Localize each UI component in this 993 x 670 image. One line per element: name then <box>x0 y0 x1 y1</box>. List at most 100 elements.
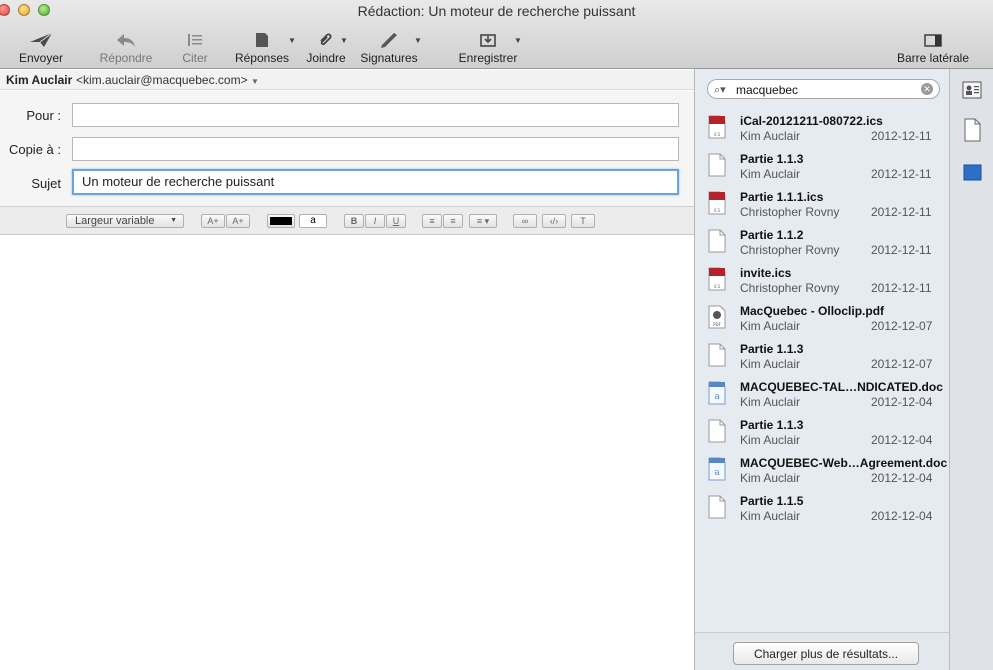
svg-text:ICS: ICS <box>714 284 721 289</box>
svg-text:ICS: ICS <box>714 132 721 137</box>
document-template-icon <box>256 33 268 47</box>
result-name: Partie 1.1.1.ics <box>740 190 824 204</box>
result-date: 2012-12-04 <box>871 471 933 485</box>
result-date: 2012-12-04 <box>871 395 933 409</box>
word-file-icon: a <box>708 381 726 405</box>
result-name: Partie 1.1.2 <box>740 228 804 242</box>
search-input[interactable] <box>736 82 916 97</box>
italic-button[interactable]: I <box>365 214 385 228</box>
indent-left-button[interactable]: ≡ <box>422 214 442 228</box>
chevron-down-icon: ▼ <box>414 36 422 45</box>
image-icon[interactable] <box>961 162 983 184</box>
result-row[interactable]: Partie 1.1.2 Christopher Rovny 2012-12-11 <box>695 227 950 265</box>
quote-label: Citer <box>182 51 208 65</box>
result-row[interactable]: Partie 1.1.3 Kim Auclair 2012-12-07 <box>695 341 950 379</box>
subject-label: Sujet <box>31 176 61 191</box>
reply-button[interactable]: Répondre <box>96 30 156 66</box>
result-row[interactable]: Partie 1.1.3 Kim Auclair 2012-12-04 <box>695 417 950 455</box>
result-date: 2012-12-11 <box>871 129 932 143</box>
to-label: Pour : <box>26 108 61 123</box>
document-icon[interactable] <box>961 117 983 143</box>
indent-right-button[interactable]: ≡ <box>443 214 463 228</box>
search-icon: ⌕▾ <box>714 84 726 96</box>
result-date: 2012-12-11 <box>871 243 932 257</box>
result-row[interactable]: ICS iCal-20121211-080722.ics Kim Auclair 20… <box>695 113 950 151</box>
svg-text:ICS: ICS <box>714 208 721 213</box>
text-color-button[interactable] <box>267 214 295 228</box>
quote-level-icon <box>188 34 202 46</box>
save-button[interactable]: ▼ Enregistrer <box>452 30 524 66</box>
result-name: iCal-20121211-080722.ics <box>740 114 883 128</box>
load-more-bar: Charger plus de résultats... <box>695 632 950 670</box>
result-sender: Christopher Rovny <box>740 243 840 257</box>
result-row[interactable]: ICS invite.ics Christopher Rovny 2012-12-11 <box>695 265 950 303</box>
chevron-down-icon: ▼ <box>340 36 348 45</box>
ics-file-icon: ICS <box>708 267 726 291</box>
pdf-file-icon: PDF <box>708 305 726 329</box>
signatures-label: Signatures <box>360 51 418 65</box>
list-button[interactable]: ≡ ▾ <box>469 214 497 228</box>
result-sender: Kim Auclair <box>740 395 801 409</box>
reply-arrow-icon <box>117 34 135 47</box>
underline-button[interactable]: U <box>386 214 406 228</box>
result-row[interactable]: PDF MacQuebec - Olloclip.pdf Kim Auclair 20… <box>695 303 950 341</box>
load-more-button[interactable]: Charger plus de résultats... <box>733 642 919 665</box>
ics-file-icon: ICS <box>708 115 726 139</box>
from-name: Kim Auclair <box>6 73 73 87</box>
result-date: 2012-12-11 <box>871 281 932 295</box>
result-sender: Kim Auclair <box>740 509 801 523</box>
result-row[interactable]: Partie 1.1.5 Kim Auclair 2012-12-04 <box>695 493 950 531</box>
result-name: Partie 1.1.5 <box>740 494 804 508</box>
attach-button[interactable]: ▼ Joindre <box>300 30 352 66</box>
result-sender: Christopher Rovny <box>740 281 840 295</box>
result-sender: Kim Auclair <box>740 433 801 447</box>
result-row[interactable]: ICS Partie 1.1.1.ics Christopher Rovny 2012… <box>695 189 950 227</box>
format-bar: Largeur variable ▼ A+ A+ a B I U ≡ ≡ ≡ ▾… <box>0 206 694 235</box>
result-date: 2012-12-07 <box>871 319 933 333</box>
from-selector[interactable]: Kim Auclair <kim.auclair@macquebec.com> … <box>0 70 694 90</box>
contact-card-icon[interactable] <box>961 79 983 101</box>
svg-text:PDF: PDF <box>713 322 721 327</box>
result-row[interactable]: Partie 1.1.3 Kim Auclair 2012-12-11 <box>695 151 950 189</box>
font-bigger-button[interactable]: A+ <box>201 214 225 228</box>
font-select[interactable]: Largeur variable ▼ <box>66 214 184 228</box>
cc-label: Copie à : <box>8 142 61 157</box>
word-file-icon: a <box>708 457 726 481</box>
font-select-label: Largeur variable <box>75 215 155 227</box>
message-body[interactable] <box>0 235 694 670</box>
result-sender: Kim Auclair <box>740 319 801 333</box>
result-name: Partie 1.1.3 <box>740 342 804 356</box>
result-name: Partie 1.1.3 <box>740 152 804 166</box>
link-icon[interactable]: ∞ <box>513 214 537 228</box>
background-color-button[interactable]: a <box>299 214 327 228</box>
save-tray-icon <box>480 34 496 47</box>
result-row[interactable]: a MACQUEBEC-TAL…NDICATED.doc Kim Auclair 20… <box>695 379 950 417</box>
sidebar-button[interactable]: Barre latérale <box>894 30 972 66</box>
font-smaller-button[interactable]: A+ <box>226 214 250 228</box>
attach-label: Joindre <box>306 51 346 65</box>
result-date: 2012-12-11 <box>871 205 932 219</box>
sidebar-tabs <box>949 69 993 670</box>
search-field[interactable]: ⌕▾ ✕ <box>707 79 940 99</box>
cc-field[interactable] <box>72 137 679 161</box>
responses-label: Réponses <box>234 51 290 65</box>
chevron-down-icon: ▼ <box>170 217 177 224</box>
bold-button[interactable]: B <box>344 214 364 228</box>
send-button[interactable]: Envoyer <box>14 30 68 66</box>
clear-search-icon[interactable]: ✕ <box>921 83 933 95</box>
signature-pen-icon <box>381 33 397 48</box>
to-field[interactable] <box>72 103 679 127</box>
paperclip-icon <box>320 33 332 46</box>
subject-field[interactable]: Un moteur de recherche puissant <box>72 169 679 195</box>
clear-format-icon[interactable]: T <box>571 214 595 228</box>
responses-button[interactable]: ▼ Réponses <box>231 30 296 66</box>
sidebar-label: Barre latérale <box>896 51 970 65</box>
quote-button[interactable]: Citer <box>177 30 213 66</box>
ics-file-icon: ICS <box>708 191 726 215</box>
result-date: 2012-12-04 <box>871 509 933 523</box>
send-label: Envoyer <box>18 51 64 65</box>
code-icon[interactable]: ‹/› <box>542 214 566 228</box>
doc-file-icon <box>708 419 726 443</box>
signatures-button[interactable]: ▼ Signatures <box>354 30 424 66</box>
result-row[interactable]: a MACQUEBEC-Web…Agreement.doc Kim Auclair 2… <box>695 455 950 493</box>
